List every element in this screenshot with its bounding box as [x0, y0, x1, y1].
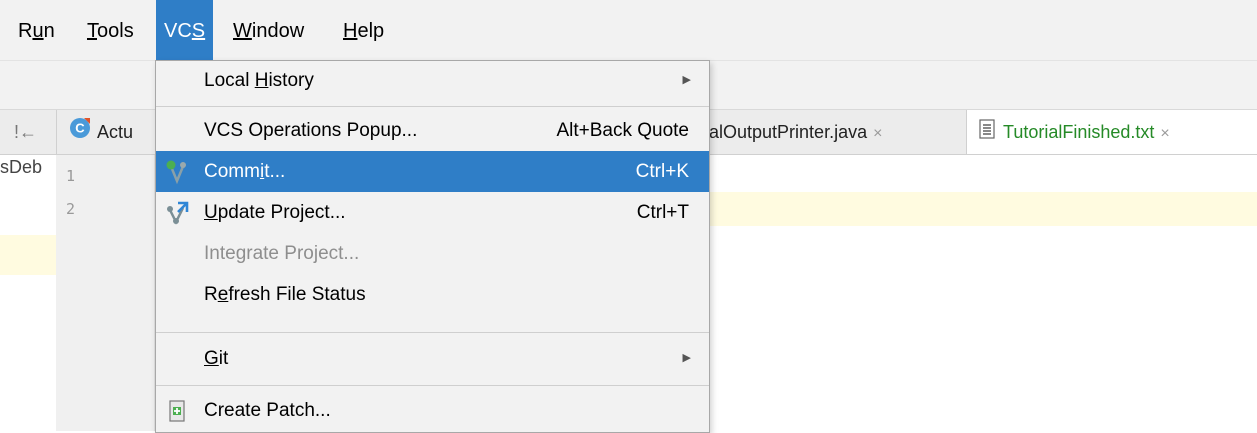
create-patch-icon	[164, 398, 190, 424]
menu-vcs[interactable]: VCS	[156, 0, 214, 60]
tab-tutorial-finished-label: TutorialFinished.txt	[1003, 122, 1155, 142]
menu-window-mnemonic: W	[233, 20, 252, 42]
menu-item-vcs-operations-popup[interactable]: VCS Operations Popup... Alt+Back Quote	[156, 110, 709, 151]
menu-item-shortcut: Alt+Back Quote	[556, 120, 689, 141]
side-panel-text: sDeb	[0, 157, 43, 177]
menu-item-label: Git	[204, 348, 229, 369]
caret-line-highlight-left	[0, 235, 56, 275]
java-class-icon-letter: C	[75, 121, 85, 136]
menu-tools[interactable]: Tools	[79, 0, 142, 60]
menu-separator	[156, 332, 709, 333]
menu-item-label: Integrate Project...	[204, 243, 360, 264]
text-file-icon	[979, 111, 995, 154]
commit-icon	[164, 159, 190, 185]
line-number: 2	[66, 200, 76, 218]
menu-vcs-text: VC	[164, 20, 192, 42]
tab-tutorial-finished[interactable]: TutorialFinished.txt ×	[966, 110, 1257, 154]
menu-item-label: VCS Operations Popup...	[204, 120, 418, 141]
menu-vcs-mnemonic: S	[191, 20, 206, 42]
tabs-scroll-left-icon[interactable]: !←	[14, 110, 48, 154]
tab-actual-label: Actu	[97, 122, 134, 142]
close-icon[interactable]: ×	[1160, 125, 1169, 142]
menu-item-refresh-file-status[interactable]: Refresh File Status	[156, 274, 709, 315]
menu-help-text-rest: elp	[357, 20, 385, 42]
menu-item-git[interactable]: Git ▶	[156, 338, 709, 379]
menu-bar: Run Tools VCS Window Help	[0, 0, 1257, 61]
menu-item-shortcut: Ctrl+K	[635, 161, 689, 182]
menu-item-label: Update Project...	[204, 202, 346, 223]
menu-item-label: Refresh File Status	[204, 284, 366, 305]
menu-item-local-history[interactable]: Local History ▶	[156, 60, 709, 101]
menu-run[interactable]: Run	[10, 0, 63, 60]
menu-separator	[156, 385, 709, 386]
tab-output-printer[interactable]: alOutputPrinter.java ×	[709, 110, 965, 154]
line-number: 1	[66, 167, 76, 185]
tab-output-printer-label: alOutputPrinter.java	[709, 122, 868, 142]
menu-item-update-project[interactable]: Update Project... Ctrl+T	[156, 192, 709, 233]
vcs-dropdown-menu: Local History ▶ VCS Operations Popup... …	[155, 60, 710, 433]
menu-item-integrate-project: Integrate Project...	[156, 233, 709, 274]
menu-item-shortcut: Ctrl+T	[636, 202, 689, 223]
menu-item-label: Commit...	[204, 161, 286, 182]
menu-help[interactable]: Help	[335, 0, 392, 60]
menu-window[interactable]: Window	[225, 0, 312, 60]
update-project-icon	[164, 200, 190, 226]
menu-item-label: Create Patch...	[204, 400, 331, 421]
menu-item-create-patch[interactable]: Create Patch...	[156, 390, 709, 431]
close-icon[interactable]: ×	[873, 125, 882, 142]
menu-run-text-rest: n	[43, 20, 55, 42]
menu-tools-mnemonic: T	[87, 20, 97, 42]
submenu-arrow-icon: ▶	[682, 352, 691, 364]
menu-item-label: Local History	[204, 70, 314, 91]
menu-item-commit[interactable]: Commit... Ctrl+K	[156, 151, 709, 192]
menu-run-mnemonic: u	[32, 20, 44, 42]
menu-window-text-rest: indow	[251, 20, 305, 42]
java-class-icon: C	[69, 111, 91, 154]
menu-run-text: R	[18, 20, 33, 42]
line-number-gutter	[56, 155, 155, 431]
menu-separator	[156, 106, 709, 107]
submenu-arrow-icon: ▶	[682, 74, 691, 86]
menu-help-mnemonic: H	[343, 20, 358, 42]
menu-tools-text-rest: ools	[97, 20, 134, 42]
tab-actual[interactable]: C Actu	[56, 110, 157, 154]
